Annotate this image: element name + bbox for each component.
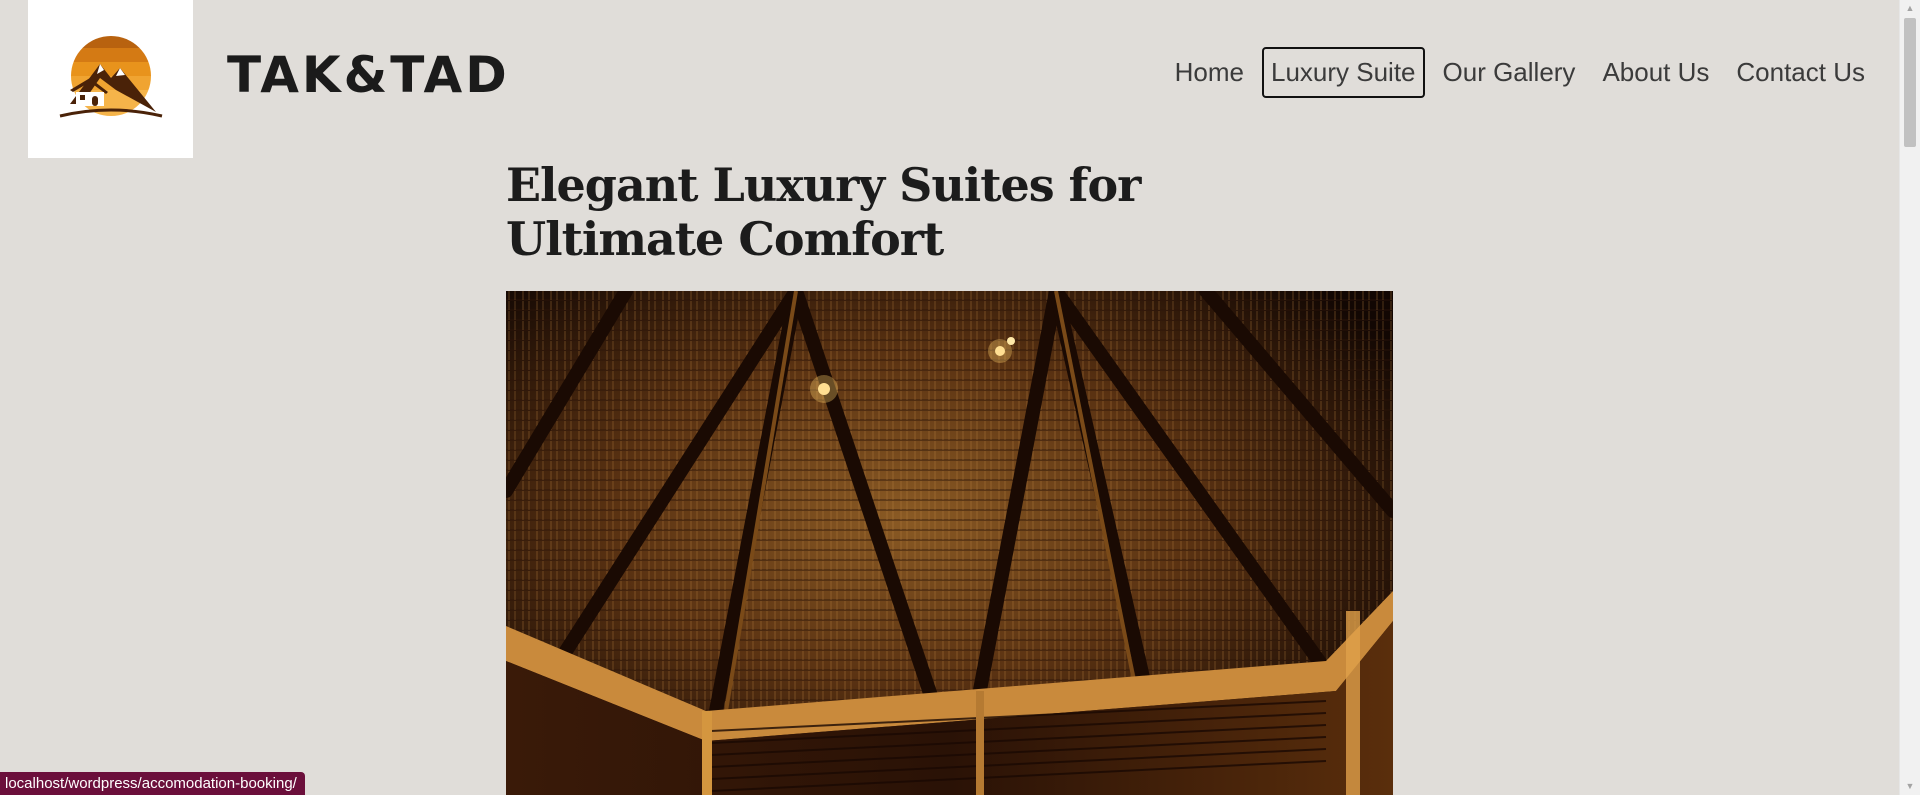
nav-link-contact-us[interactable]: Contact Us: [1729, 49, 1872, 96]
nav-link-luxury-suite[interactable]: Luxury Suite: [1261, 46, 1425, 99]
page-heading-line-2: Ultimate Comfort: [506, 212, 944, 266]
hero-image: [506, 291, 1393, 795]
status-bar-url: localhost/wordpress/accomodation-booking…: [0, 772, 305, 795]
mountain-house-logo-icon: [59, 36, 162, 118]
nav-link-home[interactable]: Home: [1168, 49, 1251, 96]
page-heading-line-1: Elegant Luxury Suites for: [506, 158, 1141, 212]
vertical-scrollbar[interactable]: ▲ ▼: [1899, 0, 1920, 795]
main-navigation: Home Luxury Suite Our Gallery About Us C…: [1155, 46, 1872, 99]
thatched-roof-interior-image: [506, 291, 1393, 795]
nav-link-about-us[interactable]: About Us: [1595, 49, 1716, 96]
site-logo[interactable]: [28, 0, 193, 158]
site-title[interactable]: TAK&TAD: [227, 46, 510, 104]
page: TAK&TAD Home Luxury Suite Our Gallery Ab…: [0, 0, 1900, 795]
scroll-up-arrow-icon[interactable]: ▲: [1900, 0, 1920, 17]
scrollbar-thumb[interactable]: [1904, 18, 1916, 147]
scroll-down-arrow-icon[interactable]: ▼: [1900, 778, 1920, 795]
nav-link-our-gallery[interactable]: Our Gallery: [1436, 49, 1583, 96]
page-heading: Elegant Luxury Suites for Ultimate Comfo…: [506, 158, 1226, 266]
